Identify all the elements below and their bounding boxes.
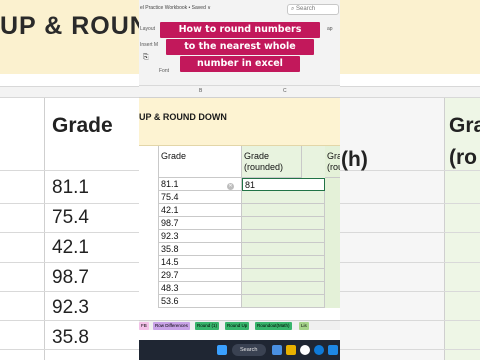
rounded-cell[interactable] [242, 282, 325, 295]
taskbar-search[interactable]: Search [232, 344, 266, 356]
sheet-tab-bar: FB Row Differences Round (1) Round Up Ro… [139, 320, 340, 330]
sheet-tab-roundout-math[interactable]: Roundout(Math) [255, 322, 292, 330]
rounded-column: Grade (rounded) 81 [242, 146, 325, 308]
taskbar: Search [139, 340, 340, 360]
caption-line-2: to the nearest whole [166, 39, 314, 55]
header-grade-rounded[interactable]: Grade (rounded) [242, 146, 302, 178]
grade-cell[interactable]: 14.5 [159, 256, 242, 269]
caption-line-1: How to round numbers [160, 22, 320, 38]
grade-cell[interactable]: 42.1 [159, 204, 242, 217]
grade-cell[interactable]: 75.4 [159, 191, 242, 204]
backdrop-heading-partial: (h) [341, 148, 368, 171]
windows-start-icon[interactable] [217, 345, 227, 355]
video-caption: How to round numbers to the nearest whol… [160, 22, 320, 74]
ribbon-tab-layout[interactable]: Layout [140, 26, 155, 32]
taskbar-search-label: Search [240, 347, 258, 353]
rounded-cell[interactable] [242, 295, 325, 308]
backdrop-heading-right-2: (ro [449, 146, 477, 169]
grade-cell[interactable]: 29.7 [159, 269, 242, 282]
rounded-cell[interactable] [242, 204, 325, 217]
active-rounded-cell[interactable]: 81 [242, 178, 325, 191]
task-view-icon[interactable] [272, 345, 282, 355]
grade-cell[interactable]: 98.7 [159, 217, 242, 230]
grade-cell[interactable]: 48.3 [159, 282, 242, 295]
backdrop-value: 81.1 [52, 177, 89, 198]
backdrop-value: 75.4 [52, 207, 89, 228]
caption-line-3: number in excel [180, 56, 300, 72]
rounded-cell[interactable] [242, 243, 325, 256]
backdrop-value: 35.8 [52, 327, 89, 348]
grade-cell[interactable]: 53.6 [159, 295, 242, 308]
backdrop-heading-right: Gra [449, 114, 480, 137]
rounded-cell[interactable] [242, 217, 325, 230]
paste-icon[interactable]: ⎘ [143, 54, 149, 62]
sheet-tab-round[interactable]: Round (1) [195, 322, 220, 330]
edge-icon[interactable] [314, 345, 324, 355]
backdrop-value: 92.3 [52, 297, 89, 318]
grade-cell[interactable]: 92.3 [159, 230, 242, 243]
sheet-tab-lis[interactable]: Lis [299, 322, 309, 330]
partial-column: Grad (rou [325, 146, 340, 308]
sheet-tab-fb[interactable]: FB [139, 322, 149, 330]
chrome-icon[interactable] [300, 345, 310, 355]
mail-icon[interactable] [328, 345, 338, 355]
search-box[interactable]: ⌕ Search [287, 4, 339, 15]
band-title: UP & ROUND DOWN [139, 112, 227, 122]
grade-cell[interactable]: 35.8 [159, 243, 242, 256]
rounded-cell[interactable] [242, 191, 325, 204]
sheet-tab-row-differences[interactable]: Row Differences [153, 322, 190, 330]
rounded-cell[interactable] [242, 269, 325, 282]
grade-column: Grade 81.1 75.4 42.1 98.7 92.3 35.8 14.5… [159, 146, 242, 308]
data-grid: Grade 81.1 75.4 42.1 98.7 92.3 35.8 14.5… [159, 146, 340, 308]
clear-icon[interactable]: ✕ [227, 183, 234, 190]
rounded-cell[interactable] [242, 256, 325, 269]
ribbon-fragment-ap: ap [327, 26, 333, 32]
workbook-title[interactable]: el Practice Workbook • Saved ∨ [140, 5, 211, 11]
file-explorer-icon[interactable] [286, 345, 296, 355]
column-header-b[interactable]: B [199, 88, 202, 94]
sheet-tab-round-up[interactable]: Round Up [225, 322, 250, 330]
search-placeholder: Search [296, 6, 316, 12]
rounded-cell[interactable] [242, 230, 325, 243]
header-partial[interactable]: Grad (rou [325, 146, 340, 178]
backdrop-value: 42.1 [52, 237, 89, 258]
column-header-c[interactable]: C [283, 88, 287, 94]
backdrop-value: 98.7 [52, 267, 89, 288]
column-header-strip: B C [139, 86, 340, 98]
header-grade[interactable]: Grade [159, 146, 242, 178]
ribbon-insert-fragment[interactable]: Insert M [140, 42, 158, 48]
title-band: UP & ROUND DOWN [139, 98, 340, 146]
backdrop-heading-grade: Grade [52, 114, 113, 137]
